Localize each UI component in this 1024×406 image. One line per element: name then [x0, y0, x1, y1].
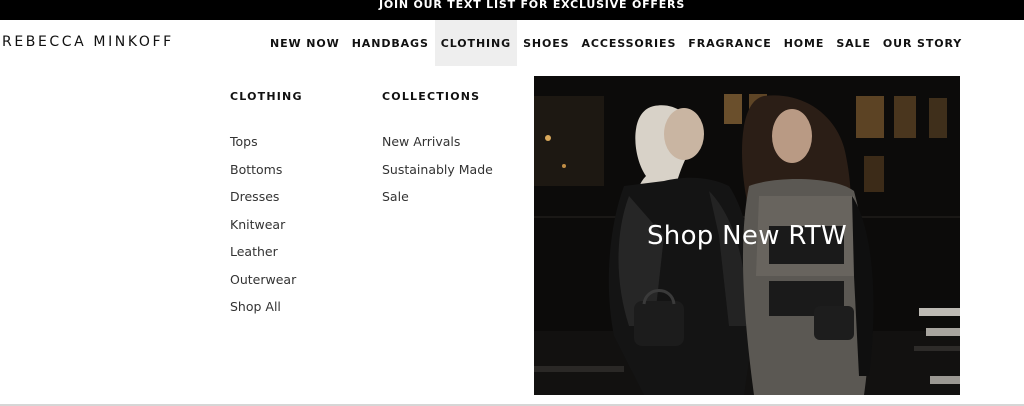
collections-column: COLLECTIONS New Arrivals Sustainably Mad…: [382, 90, 493, 211]
brand-logo[interactable]: REBECCA MINKOFF: [2, 34, 174, 50]
nav-item-home[interactable]: HOME: [778, 20, 831, 66]
menu-link-new-arrivals[interactable]: New Arrivals: [382, 128, 493, 156]
nav-item-sale[interactable]: SALE: [830, 20, 877, 66]
clothing-column: CLOTHING Tops Bottoms Dresses Knitwear L…: [230, 90, 303, 321]
site-header: REBECCA MINKOFF NEW NOW HANDBAGS CLOTHIN…: [0, 20, 1024, 66]
nav-item-our-story[interactable]: OUR STORY: [877, 20, 968, 66]
clothing-mega-menu: CLOTHING Tops Bottoms Dresses Knitwear L…: [0, 66, 1024, 404]
menu-link-knitwear[interactable]: Knitwear: [230, 211, 303, 239]
nav-item-handbags[interactable]: HANDBAGS: [346, 20, 435, 66]
promo-bar[interactable]: JOIN OUR TEXT LIST FOR EXCLUSIVE OFFERS: [0, 0, 1024, 20]
promo-image-shop-new-rtw[interactable]: Shop New RTW: [534, 76, 960, 395]
main-nav: NEW NOW HANDBAGS CLOTHING SHOES ACCESSOR…: [264, 20, 968, 66]
nav-item-clothing[interactable]: CLOTHING: [434, 20, 518, 66]
menu-link-bottoms[interactable]: Bottoms: [230, 156, 303, 184]
clothing-heading: CLOTHING: [230, 90, 303, 103]
nav-item-shoes[interactable]: SHOES: [517, 20, 575, 66]
menu-link-sale[interactable]: Sale: [382, 183, 493, 211]
menu-link-outerwear[interactable]: Outerwear: [230, 266, 303, 294]
menu-link-sustainably-made[interactable]: Sustainably Made: [382, 156, 493, 184]
promo-caption[interactable]: Shop New RTW: [534, 76, 960, 395]
menu-link-tops[interactable]: Tops: [230, 128, 303, 156]
menu-link-shop-all[interactable]: Shop All: [230, 293, 303, 321]
nav-item-accessories[interactable]: ACCESSORIES: [576, 20, 683, 66]
menu-link-leather[interactable]: Leather: [230, 238, 303, 266]
collections-heading: COLLECTIONS: [382, 90, 481, 103]
menu-link-dresses[interactable]: Dresses: [230, 183, 303, 211]
nav-item-fragrance[interactable]: FRAGRANCE: [682, 20, 777, 66]
promo-bar-text[interactable]: JOIN OUR TEXT LIST FOR EXCLUSIVE OFFERS: [339, 0, 685, 10]
nav-item-new-now[interactable]: NEW NOW: [264, 20, 346, 66]
